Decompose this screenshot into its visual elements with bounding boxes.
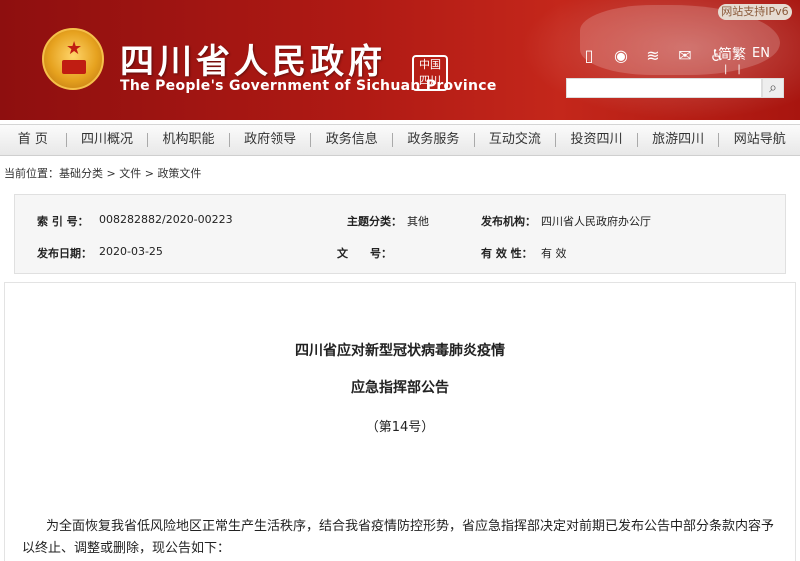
validity-value: 有 效 (541, 247, 567, 260)
lang-en-link[interactable]: EN (752, 46, 770, 61)
nav-travel[interactable]: 旅游四川 (638, 124, 719, 156)
top-icon-bar: ▯ ◉ ≋ ✉ ♿ (578, 46, 728, 66)
national-emblem-icon: ★ (42, 28, 104, 90)
tiananmen-gate-icon (62, 60, 86, 74)
date-label: 发布日期： (37, 247, 92, 260)
star-icon: ★ (66, 38, 83, 59)
category-label: 主题分类： (347, 215, 402, 228)
breadcrumb-prefix: 当前位置： (4, 167, 59, 180)
nav-home[interactable]: 首 页 (0, 124, 66, 156)
ipv6-badge: 网站支持IPv6 (718, 4, 792, 20)
nav-invest[interactable]: 投资四川 (556, 124, 637, 156)
email-icon[interactable]: ✉ (674, 46, 696, 66)
lang-divider: || (724, 64, 751, 75)
document-paragraph: 为全面恢复我省低风险地区正常生产生活秩序，结合我省疫情防控形势，省应急指挥部决定… (22, 519, 775, 556)
index-value: 008282882/2020-00223 (99, 213, 233, 226)
weibo-icon[interactable]: ◉ (610, 46, 632, 66)
lang-cn-link[interactable]: 简繁 (718, 47, 746, 63)
search-icon[interactable]: ⌕ (762, 78, 784, 98)
breadcrumb-item-files[interactable]: 文件 (119, 167, 141, 180)
language-switch: 简繁 EN || (718, 44, 770, 75)
issuer-label: 发布机构： (481, 215, 536, 228)
search-input[interactable] (566, 78, 762, 98)
document-title-line1: 四川省应对新型冠状病毒肺炎疫情 (295, 343, 505, 359)
rss-icon[interactable]: ≋ (642, 46, 664, 66)
main-nav: 首 页 四川概况 机构职能 政府领导 政务信息 政务服务 互动交流 投资四川 旅… (0, 124, 800, 156)
nav-sitemap[interactable]: 网站导航 (719, 124, 800, 156)
nav-leaders[interactable]: 政府领导 (230, 124, 311, 156)
nav-interaction[interactable]: 互动交流 (475, 124, 556, 156)
nav-gov-info[interactable]: 政务信息 (311, 124, 392, 156)
nav-institutions[interactable]: 机构职能 (148, 124, 229, 156)
validity-label: 有 效 性： (481, 247, 533, 260)
nav-sichuan-overview[interactable]: 四川概况 (67, 124, 148, 156)
breadcrumb-item-policy[interactable]: 政策文件 (157, 167, 201, 180)
mobile-icon[interactable]: ▯ (578, 46, 600, 66)
issuer-value: 四川省人民政府办公厅 (541, 215, 651, 228)
header-banner: 网站支持IPv6 ★ 四川省人民政府 The People's Governme… (0, 0, 800, 120)
breadcrumb: 当前位置：基础分类 > 文件 > 政策文件 (4, 165, 201, 181)
breadcrumb-item-basic[interactable]: 基础分类 (59, 167, 103, 180)
breadcrumb-separator: > (141, 167, 158, 180)
date-value: 2020-03-25 (99, 245, 163, 258)
seal-icon: 中国 四川 (412, 55, 448, 91)
document-number: （第14号） (365, 420, 435, 435)
document-meta-box: 索 引 号： 008282882/2020-00223 主题分类： 其他 发布机… (14, 194, 786, 274)
document-title-line2: 应急指挥部公告 (351, 380, 449, 396)
index-label: 索 引 号： (37, 215, 89, 228)
breadcrumb-separator: > (103, 167, 120, 180)
category-value: 其他 (407, 215, 429, 228)
site-title[interactable]: 四川省人民政府 (120, 34, 386, 83)
docno-label: 文 号： (337, 247, 392, 260)
nav-gov-services[interactable]: 政务服务 (393, 124, 474, 156)
